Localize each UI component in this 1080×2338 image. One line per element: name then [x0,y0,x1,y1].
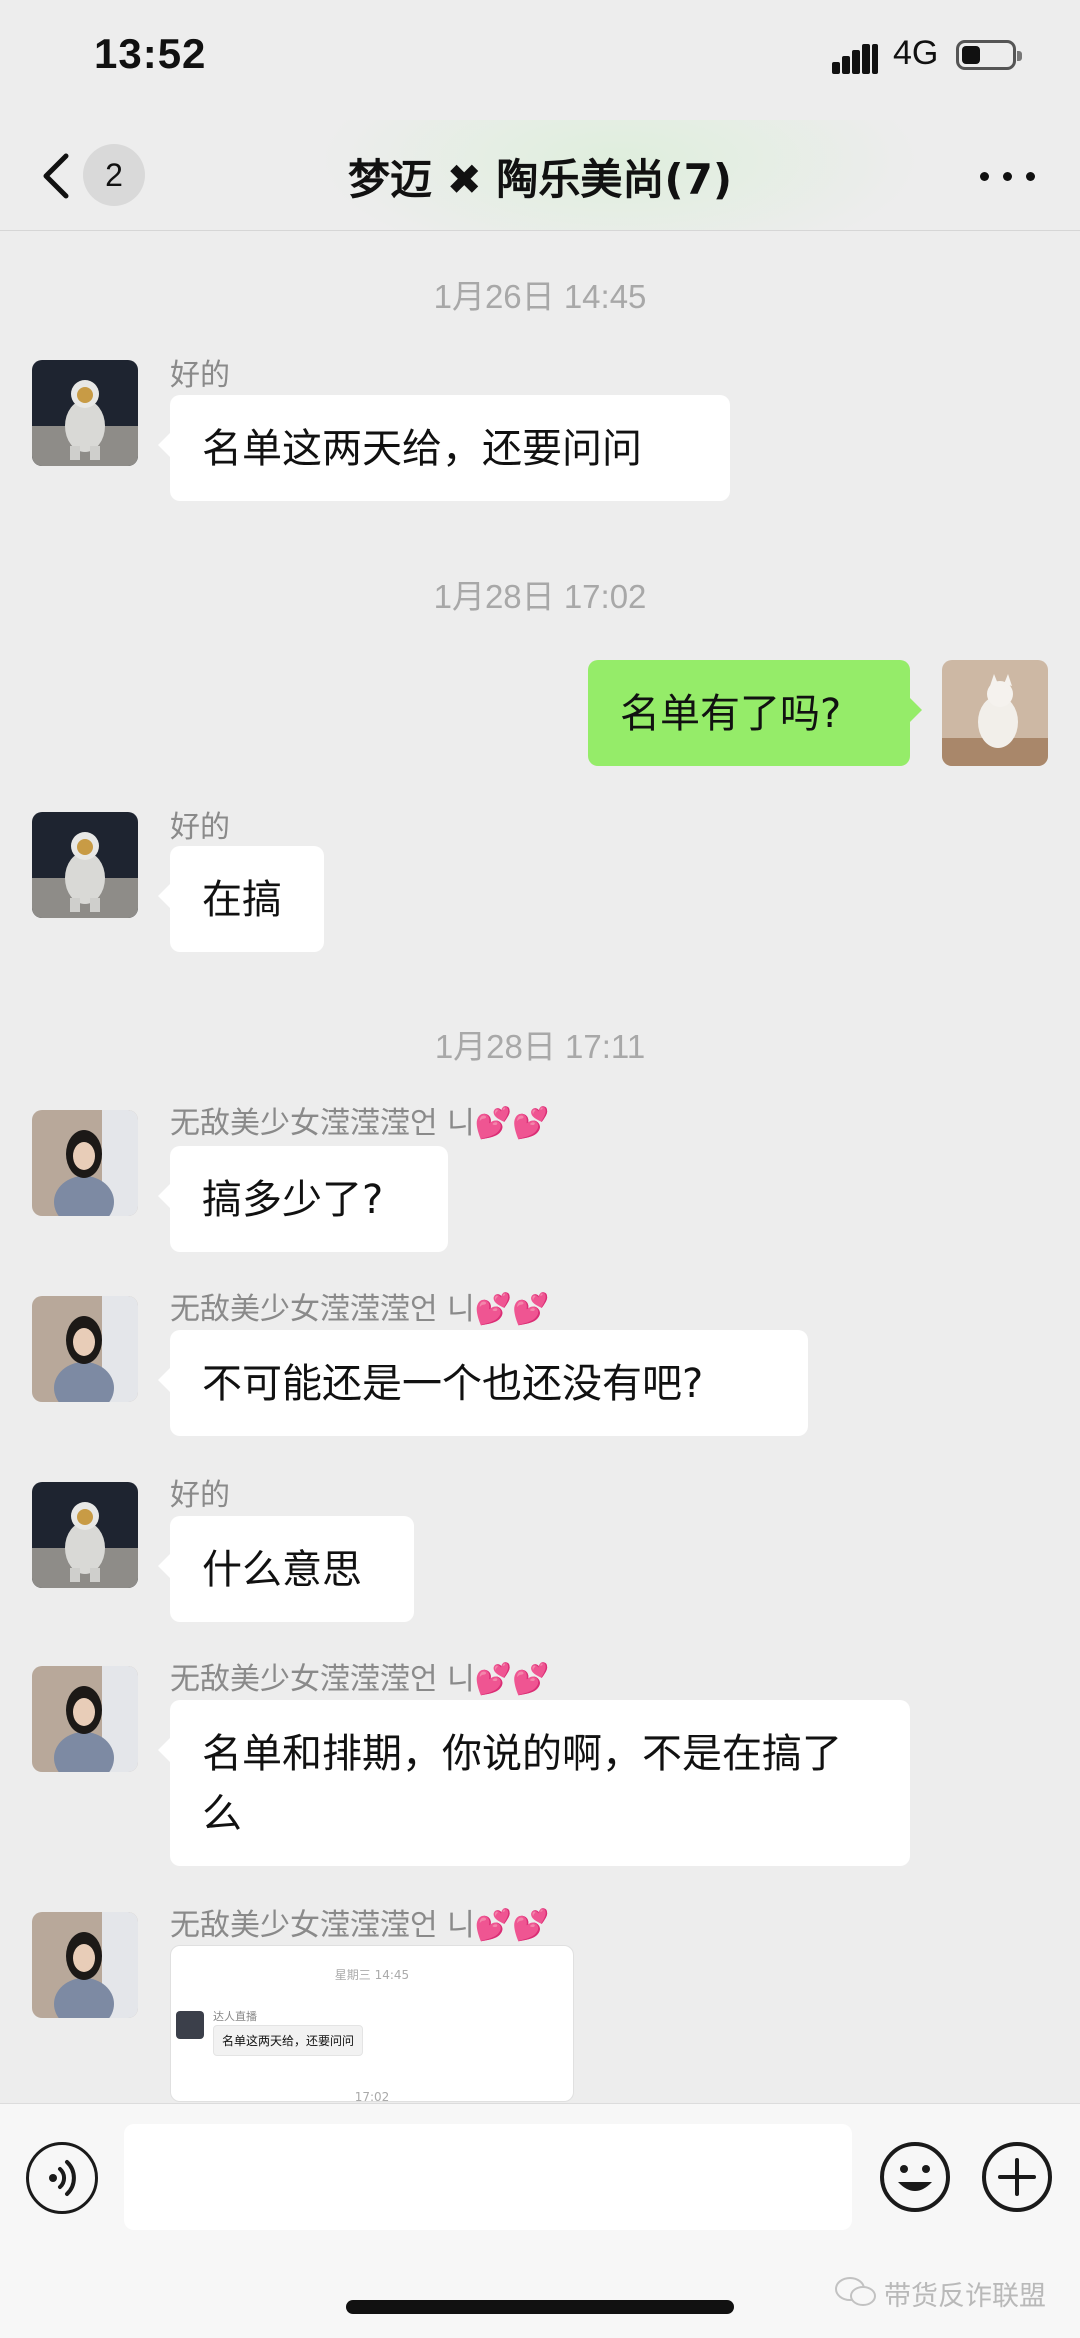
image-timestamp-2: 17:02 [354,2090,390,2102]
avatar-astronaut[interactable] [32,360,138,466]
heart-emoji-icon: 💕💕 [474,1106,550,1141]
network-type: 4G [893,34,939,72]
message-bubble[interactable]: 名单这两天给，还要问问 [158,395,730,501]
sender-name: 无敌美少女滢滢滢언 니💕💕 [170,1908,550,1943]
heart-emoji-icon: 💕💕 [474,1662,550,1697]
message-text: 搞多少了? [202,1177,384,1223]
avatar-astronaut[interactable] [32,812,138,918]
timestamp: 1月28日 17:02 [433,578,647,615]
image-message[interactable]: 星期三 14:45 达人直播 名单这两天给，还要问问 17:02 [170,1945,574,2102]
unread-count-badge[interactable]: 2 [83,144,145,206]
message-text: 名单和排期，你说的啊，不是在搞了么 [202,1731,842,1837]
avatar-girl[interactable] [32,1110,138,1216]
message-bubble[interactable]: 搞多少了? [158,1146,448,1252]
avatar-astronaut[interactable] [32,1482,138,1588]
avatar-girl[interactable] [32,1666,138,1772]
home-indicator[interactable] [346,2300,734,2314]
voice-icon[interactable] [26,2142,98,2214]
timestamp: 1月26日 14:45 [433,278,647,315]
image-sender: 达人直播 [213,2010,257,2023]
message-text: 名单有了吗? [620,691,842,737]
message-text: 不可能还是一个也还没有吧? [202,1361,704,1407]
avatar-girl[interactable] [32,1296,138,1402]
heart-emoji-icon: 💕💕 [474,1292,550,1327]
sender-name: 好的 [170,1478,230,1513]
battery-icon [956,40,1022,70]
message-bubble[interactable]: 在搞 [158,846,324,952]
status-time: 13:52 [94,30,207,77]
chat-header: 梦迈 ✖ 陶乐美尚(7) 2 [0,120,1080,231]
message-bubble[interactable]: 不可能还是一个也还没有吧? [158,1330,808,1436]
message-bubble[interactable]: 什么意思 [158,1516,414,1622]
signal-icon [832,42,880,74]
avatar-girl[interactable] [32,1912,138,2018]
message-bubble[interactable]: 名单和排期，你说的啊，不是在搞了么 [158,1700,910,1866]
watermark-text: 带货反诈联盟 [884,2281,1046,2312]
sender-name: 无敌美少女滢滢滢언 니💕💕 [170,1662,550,1697]
message-text: 什么意思 [202,1547,362,1593]
wechat-watermark-icon [835,2277,876,2306]
message-text: 在搞 [202,877,282,923]
sender-name: 无敌美少女滢滢滢언 니💕💕 [170,1106,550,1141]
message-text: 名单这两天给，还要问问 [202,426,642,472]
emoji-icon[interactable] [878,2140,952,2214]
image-timestamp: 星期三 14:45 [334,1968,410,1982]
plus-icon[interactable] [980,2140,1054,2214]
image-avatar [176,2011,204,2039]
sender-name: 无敌美少女滢滢滢언 니💕💕 [170,1292,550,1327]
back-icon[interactable] [38,146,78,206]
sender-name: 好的 [170,358,230,393]
avatar-self-cat[interactable] [942,660,1048,766]
image-bubble-text: 名单这两天给，还要问问 [213,2025,364,2056]
message-input[interactable] [124,2124,852,2230]
timestamp: 1月28日 17:11 [434,1028,646,1065]
chat-title: 梦迈 ✖ 陶乐美尚(7) [347,155,733,204]
more-dots-icon[interactable] [980,164,1036,188]
heart-emoji-icon: 💕💕 [474,1908,550,1943]
status-bar: 13:52 4G [0,0,1080,120]
message-bubble-self[interactable]: 名单有了吗? [588,660,922,766]
sender-name: 好的 [170,810,230,845]
